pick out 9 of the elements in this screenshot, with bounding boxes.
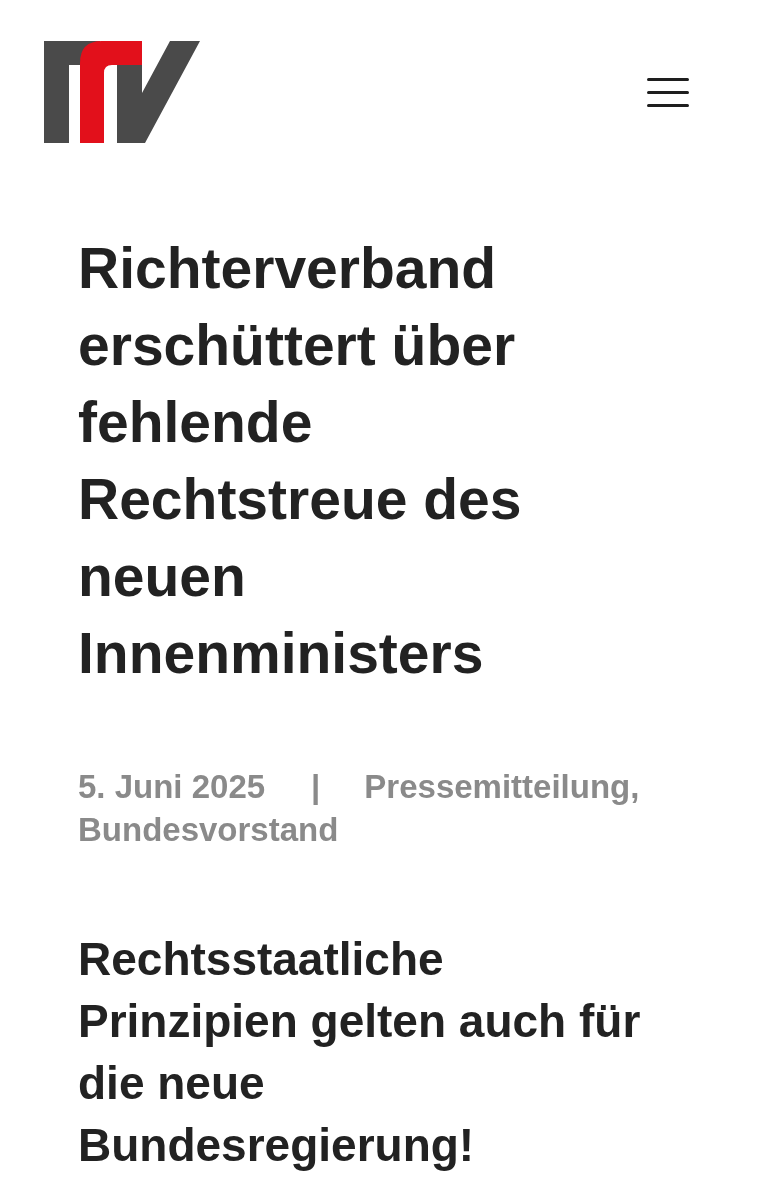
- article-subtitle: Rechtsstaatliche Prinzipien gelten auch für die neue Bundesregierung!: [78, 932, 642, 1173]
- meta-separator: |: [311, 767, 321, 807]
- logo[interactable]: [44, 41, 200, 143]
- category-link[interactable]: Bundesvorstand: [78, 808, 339, 851]
- category-link[interactable]: Pressemitteilung,: [364, 765, 640, 808]
- menu-button[interactable]: [647, 77, 689, 107]
- article-title: Richterverband erschüttert über fehlende Rechtstreue des neuen Innenministers: [78, 235, 523, 687]
- post-date: 5. Juni 2025: [78, 767, 266, 807]
- menu-icon: [647, 77, 689, 107]
